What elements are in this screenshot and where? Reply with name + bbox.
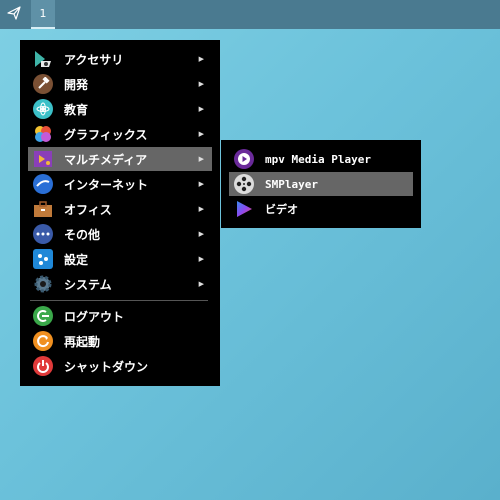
menu-item-label: 再起動 bbox=[64, 334, 101, 349]
power-icon bbox=[33, 356, 53, 376]
menu-item-shutdown[interactable]: シャットダウン bbox=[28, 354, 212, 378]
menu-item-system[interactable]: システム ▶ bbox=[28, 272, 212, 296]
menu-item-multimedia[interactable]: マルチメディア ▶ bbox=[28, 147, 212, 171]
taskbar: 1 bbox=[0, 0, 500, 29]
paper-plane-icon bbox=[7, 5, 21, 24]
graphics-icon bbox=[33, 124, 53, 144]
menu-item-label: シャットダウン bbox=[64, 359, 149, 374]
settings-icon bbox=[33, 249, 53, 269]
accessories-icon bbox=[33, 49, 53, 69]
education-icon bbox=[33, 99, 53, 119]
main-menu: アクセサリ ▶ 開発 ▶ 教育 ▶ グラフィックス ▶ マルチメディア ▶ イン bbox=[20, 40, 220, 386]
mpv-icon bbox=[234, 149, 254, 169]
menu-item-label: オフィス bbox=[64, 202, 112, 217]
submenu-item-label: ビデオ bbox=[265, 203, 298, 216]
submenu-arrow-icon: ▶ bbox=[198, 55, 204, 63]
submenu-arrow-icon: ▶ bbox=[198, 230, 204, 238]
menu-separator bbox=[30, 300, 208, 301]
submenu-arrow-icon: ▶ bbox=[198, 105, 204, 113]
more-icon bbox=[33, 224, 53, 244]
video-play-icon bbox=[234, 199, 254, 219]
start-button[interactable] bbox=[0, 0, 28, 29]
submenu-arrow-icon: ▶ bbox=[198, 205, 204, 213]
submenu-arrow-icon: ▶ bbox=[198, 180, 204, 188]
system-gear-icon bbox=[33, 274, 53, 294]
submenu-arrow-icon: ▶ bbox=[198, 255, 204, 263]
briefcase-icon bbox=[33, 199, 53, 219]
menu-item-label: 教育 bbox=[64, 102, 89, 117]
hammer-icon bbox=[33, 74, 53, 94]
submenu-item-label: mpv Media Player bbox=[265, 152, 371, 166]
menu-item-accessories[interactable]: アクセサリ ▶ bbox=[28, 47, 212, 71]
menu-item-development[interactable]: 開発 ▶ bbox=[28, 72, 212, 96]
submenu-item-label: SMPlayer bbox=[265, 177, 318, 191]
menu-item-label: インターネット bbox=[64, 177, 149, 192]
menu-item-internet[interactable]: インターネット ▶ bbox=[28, 172, 212, 196]
submenu-item-video[interactable]: ビデオ bbox=[229, 197, 413, 221]
multimedia-icon bbox=[33, 149, 53, 169]
menu-item-education[interactable]: 教育 ▶ bbox=[28, 97, 212, 121]
menu-item-logout[interactable]: ログアウト bbox=[28, 304, 212, 328]
desktop-1-button[interactable]: 1 bbox=[31, 0, 55, 29]
menu-item-label: システム bbox=[64, 277, 112, 292]
menu-item-restart[interactable]: 再起動 bbox=[28, 329, 212, 353]
menu-item-graphics[interactable]: グラフィックス ▶ bbox=[28, 122, 212, 146]
menu-item-label: 開発 bbox=[64, 77, 89, 92]
submenu-arrow-icon: ▶ bbox=[198, 80, 204, 88]
internet-icon bbox=[33, 174, 53, 194]
menu-item-label: グラフィックス bbox=[64, 127, 148, 142]
logout-icon bbox=[33, 306, 53, 326]
menu-item-other[interactable]: その他 ▶ bbox=[28, 222, 212, 246]
submenu-item-mpv[interactable]: mpv Media Player bbox=[229, 147, 413, 171]
submenu-arrow-icon: ▶ bbox=[198, 280, 204, 288]
menu-item-office[interactable]: オフィス ▶ bbox=[28, 197, 212, 221]
smplayer-film-reel-icon bbox=[234, 174, 254, 194]
submenu-item-smplayer[interactable]: SMPlayer bbox=[229, 172, 413, 196]
menu-item-label: アクセサリ bbox=[64, 52, 124, 67]
submenu-arrow-icon: ▶ bbox=[198, 130, 204, 138]
restart-icon bbox=[33, 331, 53, 351]
menu-item-label: マルチメディア bbox=[64, 152, 148, 167]
menu-item-label: 設定 bbox=[64, 252, 89, 267]
menu-item-settings[interactable]: 設定 ▶ bbox=[28, 247, 212, 271]
multimedia-submenu: mpv Media Player SMPlayer ビデオ bbox=[221, 140, 421, 228]
menu-item-label: その他 bbox=[64, 227, 101, 242]
menu-item-label: ログアウト bbox=[64, 309, 125, 324]
submenu-arrow-icon: ▶ bbox=[198, 155, 204, 163]
